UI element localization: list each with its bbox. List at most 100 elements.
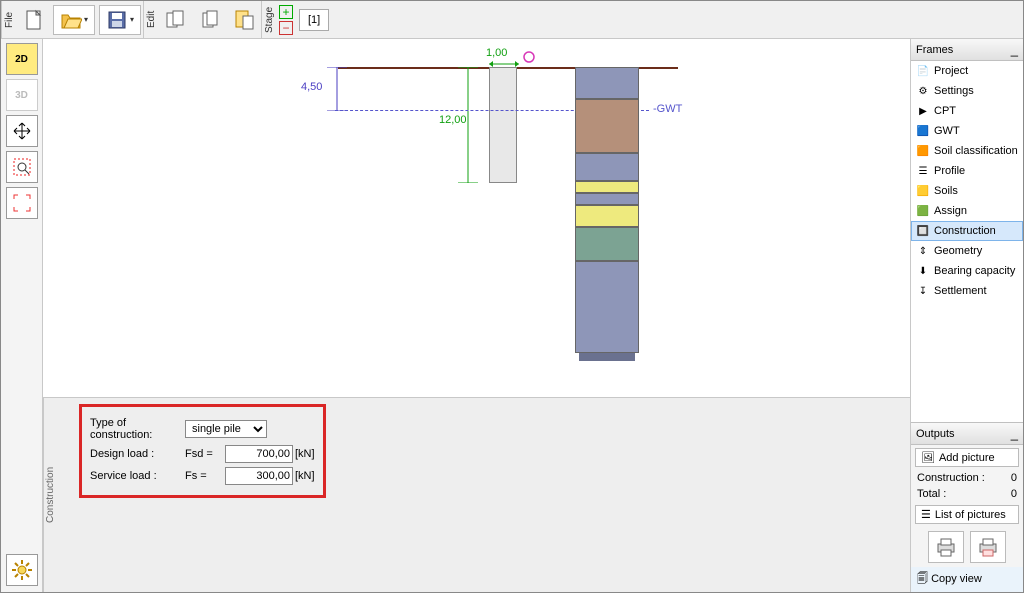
service-unit: [kN] [295,470,315,482]
soil-layer [575,67,639,99]
open-file-button[interactable] [53,5,95,35]
frame-item-label: Assign [934,205,967,217]
printer-icon [935,537,957,557]
profile-icon: ☰ [916,164,930,178]
frame-item-label: Soils [934,185,958,197]
type-select[interactable]: single pile [185,420,267,438]
remove-stage-button[interactable]: − [279,21,293,35]
soil-layer [575,261,639,353]
frame-item-label: Settlement [934,285,987,297]
soil-layer [575,153,639,181]
design-var: Fsd = [185,448,225,460]
frame-item-bearing-capacity[interactable]: ⬇ Bearing capacity [911,261,1023,281]
new-file-button[interactable] [19,5,49,35]
gwt-label: -GWT [653,103,682,115]
bottom-panel: Construction Type of construction: singl… [43,397,910,592]
stage-tab-1[interactable]: [1] [299,9,329,31]
fit-view-button[interactable] [6,187,38,219]
frame-item-label: Geometry [934,245,982,257]
gwt-icon: 🟦 [916,124,930,138]
assign-icon: 🟩 [916,204,930,218]
design-load-label: Design load : [90,448,185,460]
folder-open-icon [60,10,82,30]
paste-icon [233,9,255,31]
soil-classification-icon: 🟧 [916,144,930,158]
dim-water-label: 4,50 [301,81,322,93]
pan-button[interactable] [6,115,38,147]
frame-item-gwt[interactable]: 🟦 GWT [911,121,1023,141]
copy-icon [199,9,221,31]
settlement-icon: ↧ [916,284,930,298]
dim-top-label: 1,00 [486,47,507,59]
left-toolbar: 2D 3D [1,39,43,592]
copy-view-icon: 🗐 [917,573,928,585]
paste-button[interactable] [229,5,259,35]
frame-item-label: Bearing capacity [934,265,1015,277]
copy-stack-icon [165,9,187,31]
stage-group-label: Stage [261,1,277,38]
frame-item-label: Project [934,65,968,77]
list-icon: ☰ [921,508,931,521]
frame-item-project[interactable]: 📄 Project [911,61,1023,81]
printer-color-icon [977,537,999,557]
bearing-capacity-icon: ⬇ [916,264,930,278]
copy-view-button[interactable]: 🗐 Copy view [911,567,1023,592]
list-pictures-button[interactable]: ☰ List of pictures [915,505,1019,524]
frame-item-label: Profile [934,165,965,177]
design-load-input[interactable] [225,445,293,463]
zoom-select-icon [12,157,32,177]
bottom-tab-label: Construction [43,398,57,592]
top-toolbar: File Edit Stage + − [1] [1,1,1023,39]
frame-item-profile[interactable]: ☰ Profile [911,161,1023,181]
print-button[interactable] [928,531,964,563]
print-color-button[interactable] [970,531,1006,563]
frame-item-label: Soil classification [934,145,1018,157]
type-label: Type of construction: [90,417,185,441]
project-icon: 📄 [916,64,930,78]
frame-item-settings[interactable]: ⚙Settings [911,81,1023,101]
undo-button[interactable] [161,5,191,35]
construction-input-group: Type of construction: single pile Design… [79,404,326,498]
zoom-selection-button[interactable] [6,151,38,183]
move-arrows-icon [12,121,32,141]
collapse-frames-button[interactable]: _ [1011,42,1018,57]
add-stage-button[interactable]: + [279,5,293,19]
frames-header: Frames _ [911,39,1023,61]
dim-water-line [322,67,352,111]
output-total-row: Total :0 [911,486,1023,502]
view-3d-button[interactable]: 3D [6,79,38,111]
frame-item-settlement[interactable]: ↧ Settlement [911,281,1023,301]
frame-item-soils[interactable]: 🟨 Soils [911,181,1023,201]
copy-button[interactable] [195,5,225,35]
service-load-label: Service load : [90,470,185,482]
frame-item-construction[interactable]: 🔲Construction [911,221,1023,241]
soil-layer [575,205,639,227]
edit-group-label: Edit [143,1,159,38]
view-2d-button[interactable]: 2D [6,43,38,75]
frame-item-cpt[interactable]: ▶CPT [911,101,1023,121]
main-area: 2D 3D 1,00 12,00 [1,39,1023,592]
save-file-button[interactable] [99,5,141,35]
outputs-header: Outputs _ [911,423,1023,445]
service-load-input[interactable] [225,467,293,485]
frame-item-assign[interactable]: 🟩 Assign [911,201,1023,221]
gear-icon [11,559,33,581]
frame-item-label: CPT [934,105,956,117]
canvas-column: 1,00 12,00 4,50 -GWT [43,39,910,592]
soils-icon: 🟨 [916,184,930,198]
soil-layer [579,353,635,361]
drawing-canvas[interactable]: 1,00 12,00 4,50 -GWT [43,39,910,397]
frame-item-soil-classification[interactable]: 🟧 Soil classification [911,141,1023,161]
settings-button[interactable] [6,554,38,586]
design-unit: [kN] [295,448,315,460]
fit-corners-icon [12,193,32,213]
add-picture-button[interactable]: 🖼 Add picture [915,448,1019,467]
settings-icon: ⚙ [916,84,930,98]
construction-icon: 🔲 [916,224,930,238]
soil-layer [575,193,639,205]
floppy-icon [106,10,128,30]
frame-item-label: GWT [934,125,960,137]
collapse-outputs-button[interactable]: _ [1011,426,1018,441]
file-group-label: File [1,1,17,38]
frame-item-geometry[interactable]: ⇕Geometry [911,241,1023,261]
